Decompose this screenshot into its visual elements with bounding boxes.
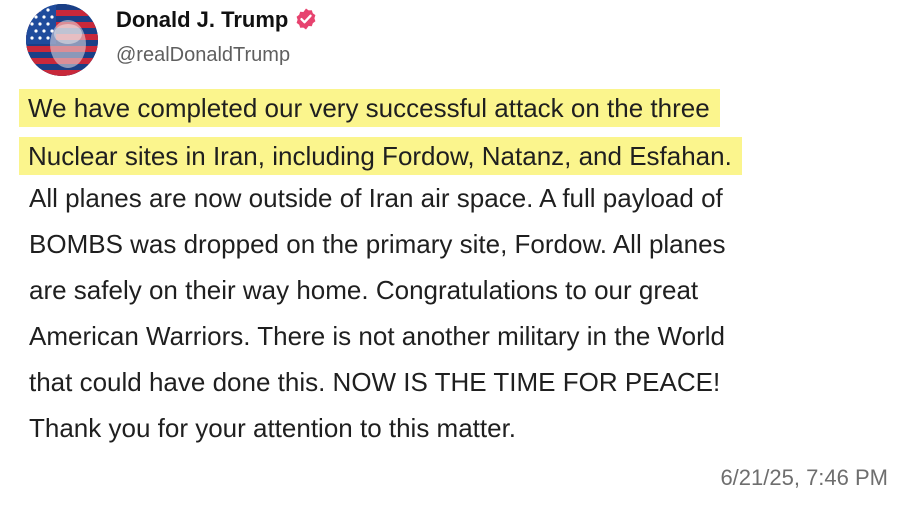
post-line: Thank you for your attention to this mat… — [29, 413, 517, 443]
highlighted-text: We have completed our very successful at… — [19, 89, 720, 127]
post-line-highlighted-2: Nuclear sites in Iran, including Fordow,… — [19, 137, 742, 175]
verified-badge-icon — [294, 7, 318, 31]
author-handle[interactable]: @realDonaldTrump — [116, 42, 290, 68]
post-line: American Warriors. There is not another … — [29, 321, 725, 351]
post-timestamp[interactable]: 6/21/25, 7:46 PM — [720, 464, 888, 492]
highlighted-text: Nuclear sites in Iran, including Fordow,… — [19, 137, 742, 175]
post-line: are safely on their way home. Congratula… — [29, 275, 699, 305]
post-line: All planes are now outside of Iran air s… — [29, 183, 723, 213]
post-line: BOMBS was dropped on the primary site, F… — [29, 229, 726, 259]
author-display-name[interactable]: Donald J. Trump — [116, 6, 318, 34]
post-line: that could have done this. NOW IS THE TI… — [29, 367, 721, 397]
avatar-image — [26, 4, 98, 76]
author-name-text[interactable]: Donald J. Trump — [116, 7, 288, 32]
avatar[interactable] — [26, 4, 98, 76]
post-line-highlighted-1: We have completed our very successful at… — [19, 89, 720, 127]
social-post-card: Donald J. Trump @realDonaldTrump We have… — [0, 0, 902, 521]
